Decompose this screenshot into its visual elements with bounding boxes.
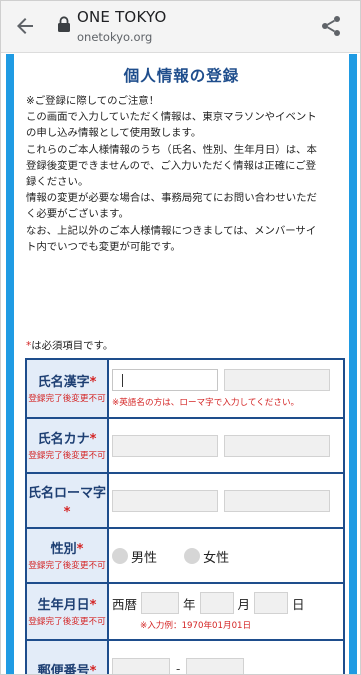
lock-note: 登録完了後変更不可 [28,393,106,404]
required-star: * [63,504,71,520]
lock-note: 登録完了後変更不可 [28,450,106,461]
field-label: 郵便番号 [37,663,90,675]
field-cell: 男性 女性 [107,527,345,584]
first-name-kana-input[interactable] [224,434,330,457]
dob-month-input[interactable] [199,592,234,614]
browser-window: ONE TOKYO onetokyo.org 個人情報の登録 ※ご登録に際しての… [0,0,361,675]
last-name-kana-input[interactable] [112,434,218,457]
form-row-dob: 生年月日* 登録完了後変更不可 西暦 年 月 日 ※入力例：1970年01月01… [25,582,345,641]
label-cell: 氏名漢字* 登録完了後変更不可 [25,358,109,419]
notice-line: 情報の変更が必要な場合は、事務局宛てにお問い合わせいただ [26,192,317,205]
section-heading: 個人情報の登録 [123,67,240,85]
field-label: 氏名カナ [37,431,90,447]
form-row-name-roman: 氏名ローマ字 * [25,472,345,529]
notice-line: この画面で入力していただく情報は、東京マラソンやイベント [26,111,317,124]
field-cell: ※英語名の方は、ローマ字で入力してください。 [107,358,345,419]
text-caret [122,374,123,387]
notice-line: なお、上記以外のご本人様情報につきましては、メンバーサイ [26,224,317,237]
right-accent-bar [349,54,357,674]
required-star: * [89,597,97,613]
first-name-roman-input[interactable] [224,489,330,512]
field-cell [107,472,345,529]
label-cell: 郵便番号* [25,639,109,675]
notice-text: ※ご登録に際してのご注意！ この画面で入力していただく情報は、東京マラソンやイベ… [26,93,344,255]
dob-day-input[interactable] [254,592,289,614]
page-title: ONE TOKYO [77,8,167,26]
label-cell: 性別* 登録完了後変更不可 [25,527,109,584]
last-name-kanji-input[interactable] [112,369,218,391]
gender-male-radio[interactable] [112,548,128,564]
label-cell: 氏名ローマ字 * [25,472,109,529]
notice-line: これらのご本人様情報のうち（氏名、性別、生年月日）は、本 [26,143,317,156]
lock-note: 登録完了後変更不可 [28,560,106,571]
dob-era-label: 西暦 [112,596,138,612]
notice-line: の申し込み情報として使用致します。 [26,127,202,140]
personal-info-form: 氏名漢字* 登録完了後変更不可 ※英語名の方は、ローマ字で入力してください。 氏… [25,358,345,675]
lock-icon [58,16,70,32]
form-row-postal: 郵便番号* - [25,639,345,675]
left-accent-bar [6,54,14,674]
required-star: * [89,431,97,447]
notice-line: ト内でいつでも変更が可能です。 [26,240,181,253]
field-cell [107,417,345,474]
label-cell: 氏名カナ* 登録完了後変更不可 [25,417,109,474]
field-hint: ※入力例：1970年01月01日 [140,621,252,631]
field-cell: 西暦 年 月 日 ※入力例：1970年01月01日 [107,582,345,641]
dob-day-label: 日 [292,596,305,612]
dob-year-input[interactable] [141,592,180,614]
field-hint: ※英語名の方は、ローマ字で入力してください。 [112,398,300,408]
required-star: * [89,663,97,675]
last-name-roman-input[interactable] [112,489,218,512]
required-star: * [89,374,97,390]
share-icon[interactable] [319,14,343,38]
notice-line: 登録後変更できませんので、ご入力いただく情報は正確にご登 [26,159,316,172]
form-row-name-kanji: 氏名漢字* 登録完了後変更不可 ※英語名の方は、ローマ字で入力してください。 [25,358,345,419]
field-label: 性別 [50,541,77,557]
gender-female-radio[interactable] [184,548,201,564]
browser-toolbar: ONE TOKYO onetokyo.org [1,1,360,53]
notice-line: 録ください。 [26,176,89,189]
url-text[interactable]: onetokyo.org [77,30,152,44]
notice-line: ※ご登録に際してのご注意！ [26,95,160,107]
required-star: * [76,541,84,557]
postal-code-second-input[interactable] [186,658,245,674]
gender-male-label[interactable]: 男性 [131,551,157,566]
dob-year-label: 年 [183,596,196,612]
first-name-kanji-input[interactable] [224,369,330,391]
field-label: 氏名漢字 [37,374,90,390]
gender-female-label[interactable]: 女性 [203,551,229,566]
form-row-gender: 性別* 登録完了後変更不可 男性 女性 [25,527,345,584]
field-label: 氏名ローマ字 [27,485,106,501]
field-label: 生年月日 [37,597,90,613]
form-row-name-kana: 氏名カナ* 登録完了後変更不可 [25,417,345,474]
required-note-text: は必須項目です。 [31,340,114,352]
field-cell: - [107,639,345,675]
postal-code-first-input[interactable] [112,658,170,674]
back-arrow-icon[interactable] [13,14,37,38]
label-cell: 生年月日* 登録完了後変更不可 [25,582,109,641]
notice-line: く必要がございます。 [26,208,129,221]
required-note: *は必須項目です。 [26,337,113,352]
lock-note: 登録完了後変更不可 [28,616,106,627]
postal-separator: - [176,662,181,675]
dob-month-label: 月 [237,596,251,612]
